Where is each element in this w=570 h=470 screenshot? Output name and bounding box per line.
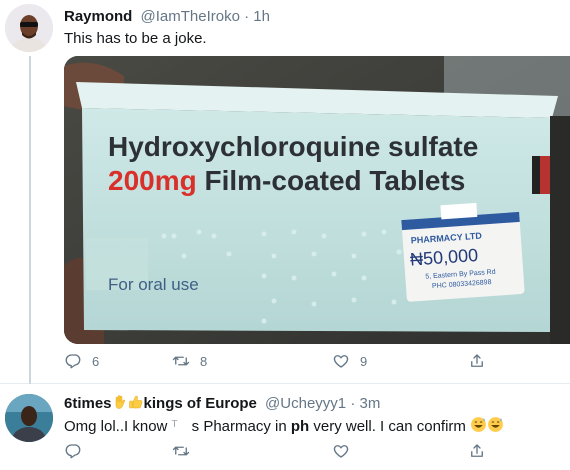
share-button[interactable] xyxy=(468,350,486,372)
retweet-button[interactable] xyxy=(172,440,190,462)
box-title-line2: Film-coated Tablets xyxy=(197,165,466,196)
handle[interactable]: @IamTheIroko xyxy=(141,8,240,25)
text-part-bold: ph xyxy=(290,418,310,435)
thread-line xyxy=(29,56,31,384)
waving-hand-emoji xyxy=(112,394,128,414)
text-part: Omg lol..I know xyxy=(64,418,172,435)
box-subtitle: For oral use xyxy=(108,275,199,294)
display-name[interactable]: Raymond xyxy=(64,8,132,25)
separator: · xyxy=(244,8,250,25)
display-name-part: 6times xyxy=(64,395,112,412)
tweet-text: Omg lol..I know Ts Pharmacy in ph very w… xyxy=(64,416,504,437)
like-button[interactable]: 9 xyxy=(332,350,367,372)
tweet-raymond[interactable]: Raymond @IamTheIroko · 1h This has to be… xyxy=(0,0,570,384)
text-part-obscured: T xyxy=(171,419,178,430)
avatar[interactable] xyxy=(5,4,53,52)
retweet-icon xyxy=(172,446,190,456)
grinning-sweat-emoji xyxy=(470,416,487,437)
display-name[interactable]: 6times kings of Europe xyxy=(64,395,257,412)
handle[interactable]: @Ucheyyy1 xyxy=(265,395,346,412)
like-count: 9 xyxy=(360,353,368,369)
box-dose: 200mg xyxy=(108,165,197,196)
text-part: s Pharmacy in xyxy=(191,418,291,435)
separator: · xyxy=(350,395,356,412)
text-part: very well. I can confirm xyxy=(309,418,471,435)
reply-icon xyxy=(65,444,81,459)
thumbs-up-emoji xyxy=(128,394,144,414)
avatar[interactable] xyxy=(5,394,53,442)
share-button[interactable] xyxy=(468,440,486,462)
box-title-line1: Hydroxychloroquine sulfate xyxy=(108,131,478,162)
tweet-text: This has to be a joke. xyxy=(64,30,207,47)
timestamp[interactable]: 3m xyxy=(359,395,380,412)
retweet-icon xyxy=(172,356,190,366)
like-icon xyxy=(333,445,349,458)
reply-button[interactable] xyxy=(64,440,82,462)
reply-count: 6 xyxy=(92,353,100,369)
tweet-image[interactable]: Hydroxychloroquine sulfate 200mg Film-co… xyxy=(64,56,570,344)
tweet-actions xyxy=(64,440,504,462)
retweet-button[interactable]: 8 xyxy=(172,350,207,372)
svg-text:Hydroxychloroquine sulfate: Hydroxychloroquine sulfate xyxy=(108,131,478,162)
svg-text:200mg Film-coated Tablets: 200mg Film-coated Tablets xyxy=(108,165,465,196)
like-button[interactable] xyxy=(332,440,350,462)
tweet-actions: 6 8 9 xyxy=(64,350,504,372)
share-icon xyxy=(471,354,483,367)
reply-button[interactable]: 6 xyxy=(64,350,99,372)
tweet-header: 6times kings of Europe @Ucheyyy1 · 3m xyxy=(64,394,380,414)
timestamp[interactable]: 1h xyxy=(253,8,270,25)
display-name-part: kings of Europe xyxy=(143,395,257,412)
reply-icon xyxy=(65,354,81,369)
retweet-count: 8 xyxy=(200,353,208,369)
tweet-header: Raymond @IamTheIroko · 1h xyxy=(64,8,270,25)
grinning-sweat-emoji xyxy=(487,416,504,437)
share-icon xyxy=(471,444,483,457)
like-icon xyxy=(333,355,349,368)
